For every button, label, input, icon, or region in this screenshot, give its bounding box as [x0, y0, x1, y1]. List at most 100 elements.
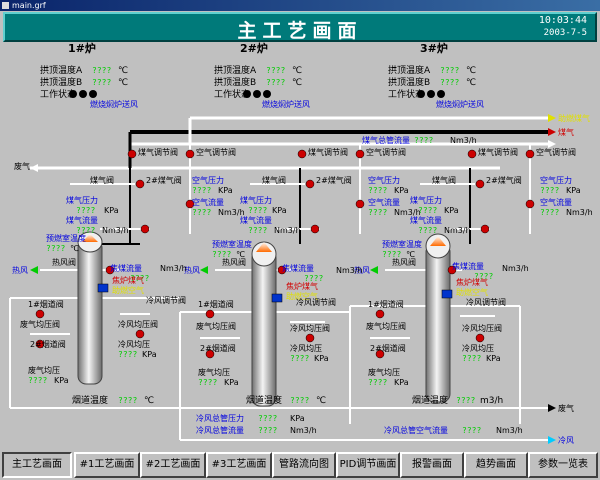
f1-cold-valve-label: 冷风调节阀 [146, 296, 186, 305]
f3-gas-cut-label: 煤气阀 [432, 176, 456, 185]
f1-flue-temp-unit: ℃ [144, 396, 155, 406]
f1-air-valve-label: 空气调节阀 [196, 148, 236, 157]
f1-coke-flow-unit: Nm3/h [160, 264, 187, 273]
f2-dome-a-label: 拱顶温度A [214, 66, 257, 76]
f3-dome-a-unit: ℃ [466, 66, 477, 76]
f2-flue-temp-unit: ℃ [316, 396, 327, 406]
f1-dome-b-value: ???? [92, 78, 112, 87]
f3-dome-a-label: 拱顶温度A [388, 66, 431, 76]
cold-main-pressure-unit: KPa [290, 414, 305, 423]
f3-coke-gas-label: 焦炉煤气 [456, 278, 488, 287]
f3-coke-flow-unit: Nm3/h [502, 264, 529, 273]
cold-main-flow-unit: Nm3/h [290, 426, 317, 435]
f3-gas-pressure-unit: KPa [444, 206, 459, 215]
f1-flue-temp-label: 烟道温度 [72, 396, 109, 406]
waste-out-label: 废气 [558, 404, 574, 413]
f1-air-flow-value: ???? [192, 208, 212, 217]
nav-process-1[interactable]: #1工艺画面 [74, 452, 140, 478]
f2-dome-a-unit: ℃ [292, 66, 303, 76]
furnace-1-title: 1#炉 [68, 42, 96, 55]
cold-air-main-flow-label: 冷风总管空气流量 [384, 426, 448, 435]
f2-air-pressure-label: 空气压力 [368, 176, 400, 185]
f1-flue-valve2-label: 2#烟道阀 [30, 340, 66, 349]
f1-gas-pressure-label: 煤气压力 [66, 196, 98, 205]
f1-cold-pressure-value: ???? [118, 350, 138, 359]
f3-air-flow-label: 空气流量 [540, 198, 572, 207]
f1-combust-air-label: 助燃空气 [112, 286, 144, 295]
stove-2 [251, 241, 277, 407]
f1-dome-b-label: 拱顶温度B [40, 78, 83, 88]
nav-trend[interactable]: 趋势画面 [464, 452, 528, 478]
f1-air-flow-label: 空气流量 [192, 198, 224, 207]
furnace-3-title: 3#炉 [420, 42, 448, 55]
nav-pid[interactable]: PID调节画面 [336, 452, 400, 478]
preheat-gas-inlet: 助燃煤气 [558, 114, 590, 123]
f3-air-pressure-unit: KPa [566, 186, 581, 195]
gas-main-flow-label: 煤气总管流量 [362, 136, 410, 145]
f3-flue-temp-label: 烟道温度 [412, 396, 449, 406]
f3-gas-flow-unit: Nm3/h [444, 226, 471, 235]
f2-air-press-valve-label: 废气均压阀 [196, 322, 236, 331]
app-window: main.grf 主工艺画面 10:03:44 2003-7-5 1#炉 2#炉… [0, 0, 600, 480]
f2-flue-temp-label: 烟道温度 [246, 396, 283, 406]
cold-main-flow-label: 冷风总管流量 [196, 426, 244, 435]
window-titlebar: main.grf [0, 0, 600, 11]
f3-waste-pressure-unit: KPa [394, 378, 409, 387]
f2-air-flow-value: ???? [368, 208, 388, 217]
process-diagram: 1#炉 2#炉 3#炉 拱顶温度A ???? ℃ 拱顶温度B ???? ℃ 工作… [0, 42, 600, 448]
nav-param-list[interactable]: 参数一览表 [528, 452, 598, 478]
f1-dome-a-label: 拱顶温度A [40, 66, 83, 76]
cold-main-flow-value: ???? [258, 426, 278, 435]
f2-dome-a-value: ???? [266, 66, 286, 75]
f3-gas-pressure-label: 煤气压力 [410, 196, 442, 205]
f1-air-pressure-value: ???? [192, 186, 212, 195]
f1-gas-cut2-label: 2#煤气阀 [146, 176, 182, 185]
f1-gas-cut-label: 煤气阀 [90, 176, 114, 185]
nav-main-process[interactable]: 主工艺画面 [2, 452, 72, 478]
f2-waste-pressure-value: ???? [198, 378, 218, 387]
f1-waste-pressure-value: ???? [28, 376, 48, 385]
f3-air-valve-label: 空气调节阀 [536, 148, 576, 157]
f3-flue-temp-unit2: m3/h [480, 396, 504, 406]
f2-air-pressure-value: ???? [368, 186, 388, 195]
f3-dome-b-value: ???? [440, 78, 460, 87]
f3-cold-pressure-unit: KPa [486, 354, 501, 363]
window-title: main.grf [12, 1, 46, 10]
f1-status-label: 工作状态 [40, 90, 77, 100]
f2-air-flow-label: 空气流量 [368, 198, 400, 207]
stove-3 [425, 233, 451, 403]
f2-waste-pressure-label: 废气均压 [198, 368, 230, 377]
cold-air-label: 冷风 [558, 436, 574, 445]
f3-gas-valve-label: 煤气调节阀 [478, 148, 518, 157]
f2-dome-b-value: ???? [266, 78, 286, 87]
nav-pipe-flow[interactable]: 管路流向图 [272, 452, 336, 478]
f2-flue-valve2-label: 2#烟道阀 [200, 344, 236, 353]
f3-flue-temp-value: ???? [456, 396, 476, 405]
f2-gas-flow-label: 煤气流量 [240, 216, 272, 225]
f1-waste-pressure-label: 废气均压 [28, 366, 60, 375]
f3-gas-pressure-value: ???? [418, 206, 438, 215]
f2-dome-b-label: 拱顶温度B [214, 78, 257, 88]
f3-waste-pressure-label: 废气均压 [368, 368, 400, 377]
clock-date: 2003-7-5 [543, 28, 587, 38]
nav-alarm[interactable]: 报警画面 [400, 452, 464, 478]
coal-gas-inlet: 煤气 [558, 128, 574, 137]
stove-1 [77, 231, 103, 385]
f2-gas-flow-value: ???? [248, 226, 268, 235]
nav-process-2[interactable]: #2工艺画面 [140, 452, 206, 478]
f3-status-legend: 燃烧焖炉送风 [436, 100, 484, 109]
f3-air-flow-unit: Nm3/h [566, 208, 593, 217]
cold-air-main-flow-unit: Nm3/h [496, 426, 523, 435]
f2-coke-flow-label: 焦煤流量 [282, 264, 314, 273]
waste-gas-inlet: 废气 [14, 162, 30, 171]
nav-process-3[interactable]: #3工艺画面 [206, 452, 272, 478]
f2-dome-b-unit: ℃ [292, 78, 303, 88]
f2-gas-pressure-value: ???? [248, 206, 268, 215]
f1-air-pressure-unit: KPa [218, 186, 233, 195]
f1-coke-gas-label: 焦炉煤气 [112, 276, 144, 285]
f3-gas-flow-value: ???? [418, 226, 438, 235]
f2-air-valve-label: 空气调节阀 [366, 148, 406, 157]
f2-flue-valve-label: 1#烟道阀 [198, 300, 234, 309]
f3-dome-b-label: 拱顶温度B [388, 78, 431, 88]
f1-air-pressure-label: 空气压力 [192, 176, 224, 185]
